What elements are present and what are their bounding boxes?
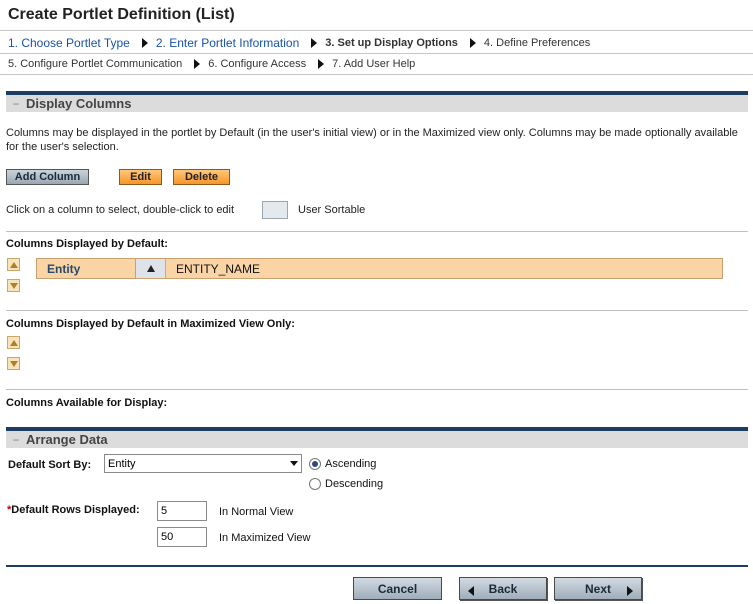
collapse-icon[interactable]: − bbox=[9, 97, 23, 111]
select-value: Entity bbox=[108, 457, 136, 470]
available-columns-heading: Columns Available for Display: bbox=[6, 397, 168, 409]
sort-ascending-icon bbox=[146, 265, 155, 272]
chevron-right-icon bbox=[194, 58, 201, 69]
normal-view-rows-input[interactable]: 5 bbox=[157, 501, 207, 521]
arrow-down-icon bbox=[9, 360, 18, 367]
arrow-up-icon bbox=[9, 339, 18, 346]
step-label: 7. Add User Help bbox=[332, 57, 416, 70]
step-label: 4. Define Preferences bbox=[483, 36, 591, 49]
user-sortable-label: User Sortable bbox=[298, 204, 366, 216]
delete-button[interactable]: Delete bbox=[173, 169, 230, 185]
move-down-button[interactable] bbox=[7, 357, 20, 370]
default-rows-label-text: Default Rows Displayed: bbox=[11, 504, 140, 516]
maximized-columns-heading: Columns Displayed by Default in Maximize… bbox=[6, 318, 295, 330]
step-label: 5. Configure Portlet Communication bbox=[8, 57, 183, 70]
default-rows-label: *Default Rows Displayed: bbox=[7, 504, 140, 516]
step-define-preferences: 4. Define Preferences bbox=[482, 37, 590, 49]
wizard-steps-row-1: 1. Choose Portlet Type 2. Enter Portlet … bbox=[0, 32, 753, 54]
step-add-user-help: 7. Add User Help bbox=[330, 58, 415, 70]
column-name: Entity bbox=[37, 259, 136, 278]
add-column-button[interactable]: Add Column bbox=[6, 169, 89, 185]
back-button[interactable]: Back bbox=[459, 577, 547, 600]
divider bbox=[6, 231, 748, 232]
step-set-up-display-options: 3. Set up Display Options bbox=[323, 37, 482, 49]
move-down-button[interactable] bbox=[7, 279, 20, 292]
arrange-data-section-header[interactable]: − Arrange Data bbox=[6, 427, 748, 448]
section-title: Display Columns bbox=[26, 96, 132, 111]
chevron-right-icon bbox=[627, 586, 633, 596]
normal-view-label: In Normal View bbox=[219, 506, 294, 518]
user-sortable-swatch bbox=[262, 201, 288, 219]
chevron-right-icon bbox=[311, 37, 318, 48]
chevron-down-icon bbox=[290, 461, 298, 466]
step-configure-access: 6. Configure Access bbox=[206, 58, 330, 70]
column-item[interactable]: Entity ENTITY_NAME bbox=[36, 258, 723, 279]
next-label: Next bbox=[584, 581, 611, 596]
default-sort-label: Default Sort By: bbox=[8, 459, 92, 471]
collapse-icon[interactable]: − bbox=[9, 433, 23, 447]
column-select-hint: Click on a column to select, double-clic… bbox=[6, 204, 235, 216]
chevron-left-icon bbox=[468, 586, 474, 596]
page-title: Create Portlet Definition (List) bbox=[8, 6, 235, 23]
step-label[interactable]: 1. Choose Portlet Type bbox=[8, 36, 130, 50]
descending-radio[interactable] bbox=[309, 478, 321, 490]
divider bbox=[6, 389, 748, 390]
sort-toggle[interactable] bbox=[136, 259, 166, 278]
step-configure-portlet-communication: 5. Configure Portlet Communication bbox=[0, 58, 206, 70]
descending-label: Descending bbox=[325, 478, 384, 490]
column-token: ENTITY_NAME bbox=[176, 261, 261, 276]
maximized-view-label: In Maximized View bbox=[219, 532, 311, 544]
default-sort-select[interactable]: Entity bbox=[104, 454, 302, 473]
display-columns-description: Columns may be displayed in the portlet … bbox=[6, 127, 738, 153]
ascending-radio[interactable] bbox=[309, 458, 321, 470]
move-up-button[interactable] bbox=[7, 258, 20, 271]
chevron-right-icon bbox=[469, 37, 476, 48]
ascending-label: Ascending bbox=[325, 458, 377, 470]
arrow-up-icon bbox=[9, 261, 18, 268]
step-choose-portlet-type[interactable]: 1. Choose Portlet Type bbox=[0, 36, 154, 50]
display-columns-section-header[interactable]: − Display Columns bbox=[6, 91, 748, 112]
arrow-down-icon bbox=[9, 282, 18, 289]
chevron-right-icon bbox=[141, 37, 148, 48]
wizard-steps-row-2: 5. Configure Portlet Communication 6. Co… bbox=[0, 53, 753, 75]
step-label[interactable]: 2. Enter Portlet Information bbox=[156, 36, 299, 50]
next-button[interactable]: Next bbox=[554, 577, 642, 600]
edit-button[interactable]: Edit bbox=[119, 169, 162, 185]
step-enter-portlet-information[interactable]: 2. Enter Portlet Information bbox=[154, 36, 323, 50]
cancel-button[interactable]: Cancel bbox=[353, 577, 442, 600]
step-label: 6. Configure Access bbox=[208, 57, 307, 70]
divider bbox=[6, 310, 748, 311]
title-divider bbox=[0, 30, 753, 31]
footer-divider bbox=[6, 565, 748, 567]
section-title: Arrange Data bbox=[26, 432, 108, 447]
chevron-right-icon bbox=[318, 58, 325, 69]
back-label: Back bbox=[488, 581, 518, 596]
step-label: 3. Set up Display Options bbox=[325, 36, 458, 49]
move-up-button[interactable] bbox=[7, 336, 20, 349]
default-columns-heading: Columns Displayed by Default: bbox=[6, 238, 168, 250]
maximized-view-rows-input[interactable]: 50 bbox=[157, 527, 207, 547]
